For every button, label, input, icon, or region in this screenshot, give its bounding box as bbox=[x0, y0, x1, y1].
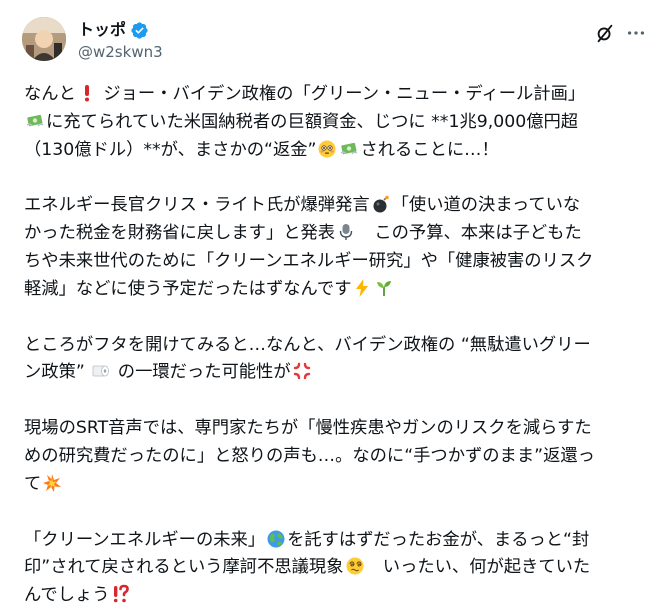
red-exclamation-icon bbox=[77, 83, 97, 103]
text-segment: めの研究費だったのに」と怒りの声も…。なのに“手つかずのまま”返還っ bbox=[24, 445, 595, 466]
grok-icon[interactable] bbox=[594, 22, 616, 44]
text-segment: この予算、本来は子どもた bbox=[357, 223, 582, 244]
post-text: なんと ジョー・バイデン政権の「グリーン・ニュー・ディール計画」 に充てられてい… bbox=[24, 81, 648, 610]
paragraph-2: エネルギー長官クリス・ライト氏が爆弾発言 「使い道の決まっていな かった税金を財務… bbox=[24, 192, 648, 303]
text-segment: かった税金を財務省に戻します」と発表 bbox=[24, 223, 336, 244]
exclamation-question-icon bbox=[111, 584, 131, 604]
post-card: トッポ @w2skwn3 なんと ジョー・バイデン政権の「グリーン・ニュー・ディ… bbox=[0, 0, 662, 606]
text-segment: 「使い道の決まっていな bbox=[391, 195, 581, 216]
seedling-icon bbox=[374, 278, 394, 298]
text-segment: を託すはずだったお金が、まるっと“封 bbox=[287, 529, 590, 550]
text-segment: 現場のSRT音声では、専門家たちが「慢性疾患やガンのリスクを減らすた bbox=[24, 418, 592, 439]
paragraph-5: 「クリーンエネルギーの未来」 を託すはずだったお金が、まるっと“封 印”されて戻さ… bbox=[24, 527, 648, 610]
collision-icon bbox=[42, 473, 62, 493]
paragraph-1: なんと ジョー・バイデン政権の「グリーン・ニュー・ディール計画」 に充てられてい… bbox=[24, 81, 648, 164]
text-segment: て bbox=[24, 473, 42, 494]
text-segment: 「クリーンエネルギーの未来」 bbox=[24, 529, 266, 550]
text-segment: 印”されて戻されるという摩訶不思議現象 bbox=[24, 557, 344, 578]
text-segment: ちや未来世代のために「クリーンエネルギー研究」や「健康被害のリスク bbox=[24, 250, 594, 271]
user-handle[interactable]: @w2skwn3 bbox=[78, 42, 163, 62]
more-icon[interactable] bbox=[625, 22, 647, 44]
high-voltage-icon bbox=[352, 278, 372, 298]
verified-badge-icon bbox=[130, 21, 149, 40]
money-with-wings-icon bbox=[339, 139, 359, 159]
author-row: トッポ bbox=[78, 19, 149, 41]
text-segment: いったい、何が起きていた bbox=[365, 557, 591, 578]
text-segment: エネルギー長官クリス・ライト氏が爆弾発言 bbox=[24, 195, 370, 216]
flushed-face-icon bbox=[317, 139, 337, 159]
text-segment: （130億ドル）**が、まさかの“返金” bbox=[24, 139, 317, 160]
microphone-icon bbox=[336, 222, 356, 242]
text-segment: ところがフタを開けてみると…なんと、バイデン政権の “無駄遣いグリー bbox=[24, 334, 591, 355]
avatar[interactable] bbox=[22, 17, 66, 61]
earth-globe-icon bbox=[266, 529, 286, 549]
anger-symbol-icon bbox=[292, 361, 312, 381]
paragraph-3: ところがフタを開けてみると…なんと、バイデン政権の “無駄遣いグリー ン政策” … bbox=[24, 332, 648, 388]
text-segment: ン政策” bbox=[24, 362, 91, 383]
text-segment: ジョー・バイデン政権の「グリーン・ニュー・ディール計画」 bbox=[97, 84, 586, 104]
display-name[interactable]: トッポ bbox=[78, 19, 126, 41]
text-segment: されることに…！ bbox=[360, 139, 499, 160]
text-segment: に充てられていた米国納税者の巨額資金、じつに **1兆9,000億円超 bbox=[46, 111, 579, 132]
face-with-spiral-eyes-icon bbox=[345, 556, 365, 576]
text-segment: なんと bbox=[24, 84, 76, 104]
text-segment: 軽減」などに使う予定だったはずなんです bbox=[24, 278, 352, 299]
paragraph-4: 現場のSRT音声では、専門家たちが「慢性疾患やガンのリスクを減らすた めの研究費… bbox=[24, 415, 648, 498]
text-segment: んでしょう bbox=[24, 585, 110, 606]
bomb-icon bbox=[371, 194, 391, 214]
text-segment: の一環だった可能性が bbox=[112, 362, 291, 383]
money-with-wings-icon bbox=[25, 111, 45, 131]
toilet-paper-icon bbox=[91, 361, 111, 381]
